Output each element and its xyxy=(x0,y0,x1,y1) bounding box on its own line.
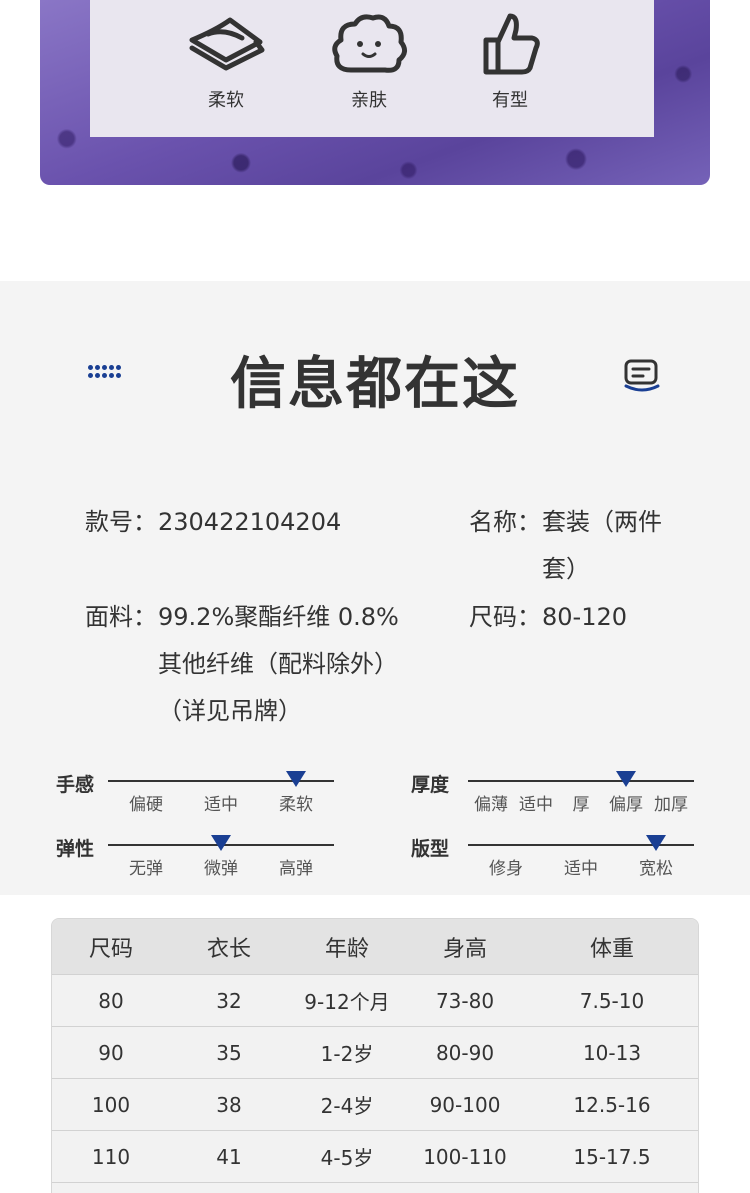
layered-fabric-icon xyxy=(189,17,265,71)
table-cell: 110 xyxy=(91,1144,131,1169)
fit-option: 修身 xyxy=(489,859,523,879)
thickness-option: 加厚 xyxy=(654,795,688,815)
fabric-label: 面料： xyxy=(85,603,157,631)
table-header: 尺码 衣长 年龄 身高 体重 xyxy=(52,919,698,974)
thickness-option: 偏薄 xyxy=(474,795,508,815)
feature-shape: 有型 xyxy=(460,12,560,112)
elasticity-option: 无弹 xyxy=(129,859,163,879)
table-cell: 2-4岁 xyxy=(320,1094,374,1118)
table-cell: 12.5-16 xyxy=(573,1092,651,1117)
header-cell: 衣长 xyxy=(206,936,251,962)
feature-skin-friendly: 亲肤 xyxy=(319,12,419,112)
header-cell: 尺码 xyxy=(88,936,133,962)
table-cell: 90 xyxy=(98,1040,124,1065)
elasticity-option: 高弹 xyxy=(279,859,313,879)
size-range-value: 80-120 xyxy=(542,603,628,631)
table-cell: 10-13 xyxy=(582,1040,642,1065)
table-cell: 35 xyxy=(216,1040,242,1065)
feature-label: 柔软 xyxy=(208,90,244,111)
table-cell: 100 xyxy=(91,1092,131,1117)
size-table: 尺码 衣长 年龄 身高 体重 80 32 9-12个月 73-80 7.5-10… xyxy=(51,918,699,1193)
table-cell: 100-110 xyxy=(423,1144,507,1169)
thickness-option: 厚 xyxy=(572,795,590,815)
table-cell: 4-5岁 xyxy=(320,1146,374,1170)
elasticity-label: 弹性 xyxy=(56,838,95,860)
table-row: 90 35 1-2岁 80-90 10-13 xyxy=(52,1026,698,1078)
thickness-label: 厚度 xyxy=(411,774,450,796)
product-name-label: 名称： xyxy=(469,508,541,536)
table-cell: 1-2岁 xyxy=(320,1042,374,1066)
hand-feel-option: 适中 xyxy=(204,795,238,815)
cloud-face-icon xyxy=(332,14,407,73)
hand-feel-label: 手感 xyxy=(56,774,95,796)
thickness-option: 适中 xyxy=(519,795,553,815)
table-cell: 80-90 xyxy=(435,1040,495,1065)
note-icon xyxy=(624,359,660,392)
hand-feel-marker xyxy=(286,771,306,787)
table-row: 100 38 2-4岁 90-100 12.5-16 xyxy=(52,1078,698,1130)
product-name-value: 套装（两件套） xyxy=(542,508,662,583)
hand-feel-option: 偏硬 xyxy=(129,795,163,815)
product-detail-page: 柔软 亲肤 有型 信息都在这 款号： 230422104204 名称： 套装（两… xyxy=(0,0,750,1193)
thickness-option: 偏厚 xyxy=(609,795,643,815)
hand-feel-option: 柔软 xyxy=(279,795,313,815)
style-code-label: 款号： xyxy=(85,508,157,536)
fabric-banner: 柔软 亲肤 有型 xyxy=(40,0,710,185)
fabric-value: 99.2%聚酯纤维 0.8%其他纤维（配料除外）（详见吊牌） xyxy=(158,603,399,725)
fit-marker xyxy=(646,835,666,851)
table-cell: 15-17.5 xyxy=(573,1144,651,1169)
thickness-marker xyxy=(616,771,636,787)
table-cell: 80 xyxy=(98,988,124,1013)
thickness-scale xyxy=(468,780,694,782)
elasticity-marker xyxy=(211,835,231,851)
feature-label: 亲肤 xyxy=(351,90,387,111)
table-row: 110 41 4-5岁 100-110 15-17.5 xyxy=(52,1130,698,1182)
table-cell: 73-80 xyxy=(435,988,495,1013)
fit-label: 版型 xyxy=(411,838,450,860)
elasticity-option: 微弹 xyxy=(204,859,238,879)
table-cell: 9-12个月 xyxy=(304,990,390,1014)
table-row: 80 32 9-12个月 73-80 7.5-10 xyxy=(52,974,698,1026)
feature-soft: 柔软 xyxy=(176,12,276,112)
table-cell: 90-100 xyxy=(429,1092,501,1117)
table-cell: 38 xyxy=(216,1092,242,1117)
table-cell: 41 xyxy=(216,1144,242,1169)
header-cell: 身高 xyxy=(442,936,487,962)
feature-label: 有型 xyxy=(492,90,528,111)
fit-option: 宽松 xyxy=(639,859,673,879)
style-code-value: 230422104204 xyxy=(158,508,342,536)
header-cell: 体重 xyxy=(589,936,634,962)
table-cell: 7.5-10 xyxy=(579,988,645,1013)
header-cell: 年龄 xyxy=(324,936,369,962)
size-range-label: 尺码： xyxy=(469,603,541,631)
table-cell: 32 xyxy=(216,988,242,1013)
table-row xyxy=(52,1182,698,1193)
thumbs-up-icon xyxy=(483,13,540,75)
feature-card: 柔软 亲肤 有型 xyxy=(90,0,654,137)
fit-option: 适中 xyxy=(564,859,598,879)
